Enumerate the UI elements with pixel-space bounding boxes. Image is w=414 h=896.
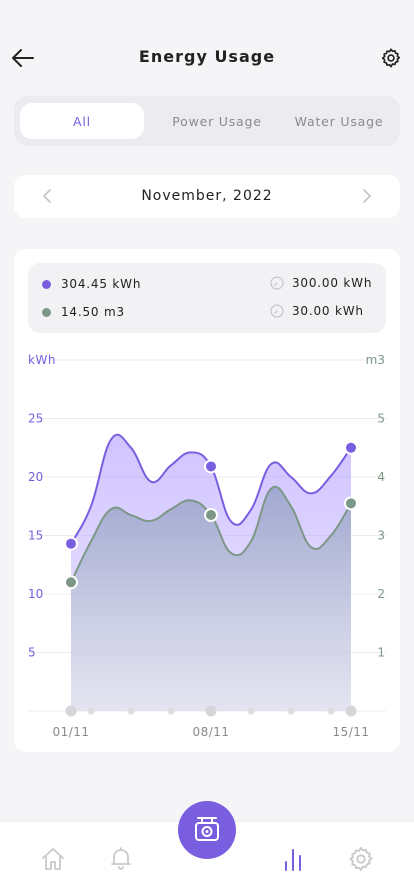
- x-tick-label: 01/11: [52, 725, 89, 739]
- day-dot: [287, 707, 295, 715]
- bar-chart-icon[interactable]: [279, 844, 307, 872]
- month-selector: November, 2022: [14, 175, 400, 218]
- left-tick-label: 5: [28, 646, 36, 660]
- header: Energy Usage: [0, 0, 414, 90]
- tab-all[interactable]: All: [20, 103, 144, 139]
- right-tick-label: 4: [377, 470, 385, 484]
- right-tick-label: 1: [377, 646, 385, 660]
- power-point: [64, 536, 78, 551]
- water-point: [64, 575, 78, 590]
- settings-button[interactable]: [380, 47, 402, 69]
- left-tick-label: 10: [28, 587, 43, 601]
- settings-icon[interactable]: [347, 845, 375, 873]
- usage-chart: kWh m3 25 20 15 10 5 5 4 3 2 1 01/11 08/11 15/11: [28, 353, 386, 739]
- month-label: November, 2022: [141, 188, 273, 204]
- right-axis-label: m3: [366, 353, 385, 367]
- water-point: [344, 496, 358, 511]
- camera-button[interactable]: [178, 801, 236, 859]
- right-tick-label: 5: [377, 412, 385, 426]
- left-axis-label: kWh: [28, 353, 56, 367]
- tab-water-usage[interactable]: Water Usage: [278, 103, 400, 139]
- x-tick-label: 08/11: [192, 725, 229, 739]
- tab-power-usage[interactable]: Power Usage: [156, 103, 278, 139]
- day-dot: [247, 707, 255, 715]
- bell-icon[interactable]: [107, 844, 135, 872]
- power-point: [344, 440, 358, 455]
- chart-card: 304.45 kWh 14.50 m3 300.00 kWh 30.00 kWh: [14, 249, 400, 752]
- day-dot: [327, 707, 335, 715]
- day-dot: [167, 707, 175, 715]
- power-point: [204, 459, 218, 474]
- gear-icon: [381, 48, 401, 68]
- usage-tabs: All Power Usage Water Usage: [14, 96, 400, 146]
- x-tick-label: 15/11: [332, 725, 369, 739]
- left-tick-label: 25: [28, 412, 43, 426]
- day-dot-major: [65, 705, 77, 717]
- camera-icon: [195, 817, 219, 841]
- right-tick-label: 2: [377, 587, 385, 601]
- left-tick-label: 15: [28, 529, 43, 543]
- next-month-button[interactable]: [356, 185, 378, 207]
- day-dot: [127, 707, 135, 715]
- left-tick-label: 20: [28, 470, 43, 484]
- page-title: Energy Usage: [138, 47, 276, 66]
- chevron-right-icon: [363, 189, 372, 203]
- day-dot: [87, 707, 95, 715]
- right-tick-label: 3: [377, 529, 385, 543]
- water-point: [204, 508, 218, 523]
- home-icon[interactable]: [39, 845, 67, 873]
- day-dot-major: [345, 705, 357, 717]
- day-dot-major: [205, 705, 217, 717]
